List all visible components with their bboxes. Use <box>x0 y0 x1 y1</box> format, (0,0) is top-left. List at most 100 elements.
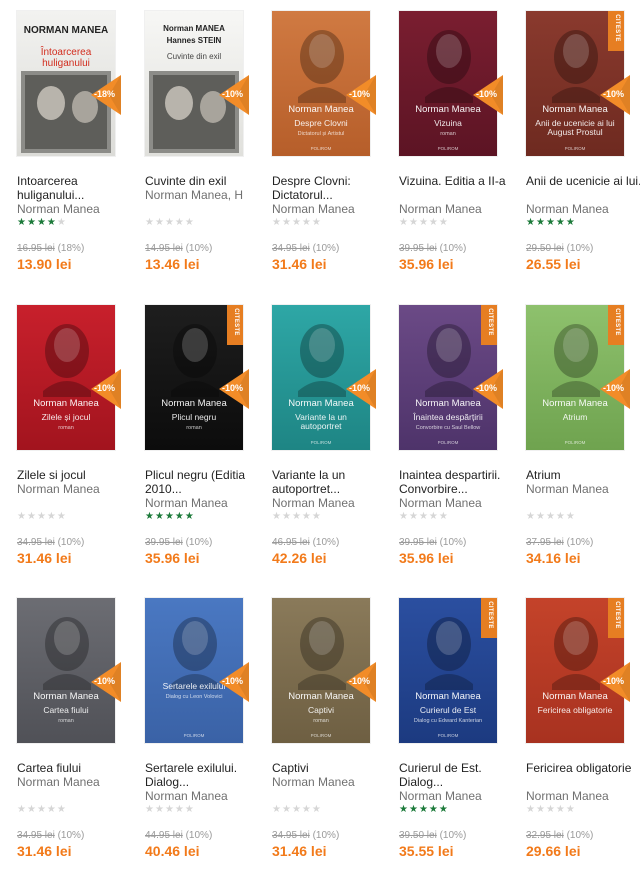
old-price-value: 39.95 lei <box>399 537 437 548</box>
star-icon: ★ <box>301 804 312 815</box>
rating-stars: ★★★★★ <box>145 218 195 228</box>
product-card: Norman Manea Fericirea obligatorie CITESTE… <box>526 598 640 860</box>
read-sample-ribbon[interactable]: CITESTE <box>481 598 497 638</box>
current-price[interactable]: 31.46 lei <box>272 843 327 859</box>
product-author: Norman Manea <box>399 496 482 510</box>
star-icon: ★ <box>26 804 37 815</box>
star-icon: ★ <box>311 217 322 228</box>
cover-subtitle: Dialog cu Edward Kanterian <box>413 718 483 724</box>
current-price[interactable]: 34.16 lei <box>526 550 581 566</box>
product-title-link[interactable]: Cuvinte din exil <box>145 174 269 188</box>
product-author: Norman Manea <box>145 789 228 803</box>
star-icon: ★ <box>174 217 185 228</box>
cover-author: NORMAN MANEA <box>23 25 109 36</box>
cover-subtitle: roman <box>313 718 329 724</box>
old-price-value: 46.95 lei <box>272 537 310 548</box>
star-icon: ★ <box>399 217 409 228</box>
current-price[interactable]: 35.96 lei <box>399 550 454 566</box>
current-price[interactable]: 13.46 lei <box>145 256 200 272</box>
discount-percent: (10%) <box>566 537 594 548</box>
cover-title: Vizuina <box>434 118 462 128</box>
product-title-link[interactable]: Despre Clovni: Dictatorul... <box>272 174 396 202</box>
product-title-link[interactable]: Intoarcerea huliganului... <box>17 174 141 202</box>
product-card: Norman Manea Captivi roman POLIROM -10% Capti… <box>272 598 392 860</box>
cover-publisher: POLIROM <box>310 146 332 151</box>
book-cover[interactable]: Norman Manea Curierul de Est Dialog cu Edw… <box>399 598 497 743</box>
old-price: 39.95 lei (10%) <box>399 537 466 548</box>
star-icon: ★ <box>291 804 302 815</box>
current-price[interactable]: 35.55 lei <box>399 843 454 859</box>
current-price[interactable]: 35.96 lei <box>145 550 200 566</box>
cover-publisher: POLIROM <box>437 146 459 151</box>
product-title-link[interactable]: Inaintea despartirii. Convorbire... <box>399 468 523 496</box>
star-icon: ★ <box>438 511 449 522</box>
badge-label: -10% <box>348 89 370 99</box>
product-title-link[interactable]: Captivi <box>272 761 396 775</box>
current-price[interactable]: 35.96 lei <box>399 256 454 272</box>
current-price[interactable]: 13.90 lei <box>17 256 72 272</box>
product-title-link[interactable]: Zilele si jocul <box>17 468 141 482</box>
cover-subtitle: roman <box>58 425 74 431</box>
star-icon: ★ <box>56 511 67 522</box>
old-price-value: 14.95 lei <box>145 243 183 254</box>
read-sample-ribbon[interactable]: CITESTE <box>481 305 497 345</box>
badge-label: -10% <box>602 89 624 99</box>
ribbon-label: CITESTE <box>614 14 620 42</box>
star-icon: ★ <box>281 804 292 815</box>
product-title-link[interactable]: Curierul de Est. Dialog... <box>399 761 523 789</box>
read-sample-ribbon[interactable]: CITESTE <box>227 305 243 345</box>
badge-label: -10% <box>348 383 370 393</box>
badge-label: -18% <box>93 89 115 99</box>
product-author: Norman Manea <box>272 202 355 216</box>
product-title-link[interactable]: Plicul negru (Editia 2010... <box>145 468 269 496</box>
cover-title: Cartea fiului <box>43 705 89 715</box>
product-title-link[interactable]: Anii de ucenicie ai lui... <box>526 174 640 188</box>
star-icon: ★ <box>565 804 576 815</box>
product-title-link[interactable]: Sertarele exilului. Dialog... <box>145 761 269 789</box>
old-price-value: 34.95 lei <box>272 243 310 254</box>
discount-percent: (10%) <box>566 243 594 254</box>
star-icon: ★ <box>301 217 312 228</box>
current-price[interactable]: 26.55 lei <box>526 256 581 272</box>
current-price[interactable]: 42.26 lei <box>272 550 327 566</box>
current-price[interactable]: 31.46 lei <box>272 256 327 272</box>
read-sample-ribbon[interactable]: CITESTE <box>608 11 624 51</box>
cover-title: Despre Clovni <box>294 118 348 128</box>
rating-stars: ★★★★★ <box>272 218 322 228</box>
cover-title: Înaintea despărțirii <box>413 412 483 422</box>
product-title-link[interactable]: Vizuina. Editia a II-a <box>399 174 523 188</box>
badge-label: -10% <box>221 676 243 686</box>
cover-subtitle: Convorbire cu Saul Bellow <box>415 425 481 431</box>
badge-label: -10% <box>348 676 370 686</box>
product-title-link[interactable]: Fericirea obligatorie <box>526 761 640 775</box>
cover-title: Curierul de Est <box>419 705 477 715</box>
product-title-link[interactable]: Atrium <box>526 468 640 482</box>
product-title-link[interactable]: Cartea fiului <box>17 761 141 775</box>
old-price: 46.95 lei (10%) <box>272 537 339 548</box>
current-price[interactable]: 31.46 lei <box>17 843 72 859</box>
current-price[interactable]: 29.66 lei <box>526 843 581 859</box>
discount-badge: -10% <box>219 369 249 409</box>
read-sample-ribbon[interactable]: CITESTE <box>608 305 624 345</box>
star-icon: ★ <box>36 217 47 228</box>
rating-stars: ★★★★★ <box>526 218 576 228</box>
discount-percent: (10%) <box>57 537 85 548</box>
read-sample-ribbon[interactable]: CITESTE <box>608 598 624 638</box>
product-title-link[interactable]: Variante la un autoportret... <box>272 468 396 496</box>
star-icon: ★ <box>399 511 409 522</box>
discount-badge: -10% <box>346 369 376 409</box>
product-card: Norman Manea Curierul de Est Dialog cu Edw… <box>399 598 519 860</box>
old-price-value: 34.95 lei <box>272 830 310 841</box>
old-price: 39.95 lei (10%) <box>399 243 466 254</box>
star-icon: ★ <box>311 804 322 815</box>
star-icon: ★ <box>184 511 195 522</box>
current-price[interactable]: 40.46 lei <box>145 843 200 859</box>
ribbon-label: CITESTE <box>614 308 620 336</box>
discount-percent: (10%) <box>185 243 213 254</box>
current-price[interactable]: 31.46 lei <box>17 550 72 566</box>
discount-percent: (10%) <box>57 830 85 841</box>
discount-percent: (10%) <box>566 830 594 841</box>
discount-percent: (10%) <box>312 243 340 254</box>
cover-author: Norman MANEA <box>163 24 225 33</box>
old-price: 34.95 lei (10%) <box>272 830 339 841</box>
